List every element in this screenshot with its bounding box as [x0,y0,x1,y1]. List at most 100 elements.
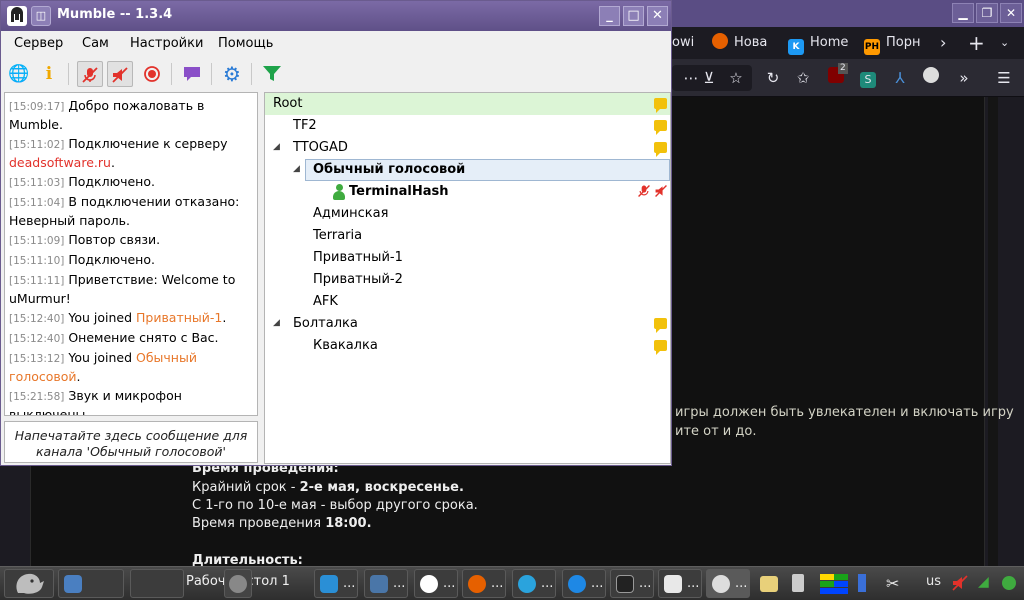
tabs-list-chevron-down-icon[interactable]: ⌄ [1000,31,1016,55]
channel-regular-voice[interactable]: ◢ Обычный голосовой [265,159,670,181]
task-button[interactable]: ... [658,569,702,598]
log-entry: [15:11:04] В подключении отказано: Невер… [9,194,240,228]
extension-translate-icon[interactable]: ⅄ [889,67,911,89]
channel-root[interactable]: Root [265,93,670,115]
channel-chatter[interactable]: ◢ Болталка [265,313,670,335]
bookmarks-star-icon[interactable]: ✩ [792,67,814,89]
task-placeholder-button[interactable] [130,569,184,598]
user-terminalhash[interactable]: TerminalHash [265,181,670,203]
channel-link[interactable]: Приватный-1 [136,310,222,325]
deafen-self-icon[interactable] [107,61,133,87]
battery-tray-icon[interactable] [1002,574,1020,594]
channel-tf2[interactable]: TF2 [265,115,670,137]
browser-tab[interactable]: owi [672,31,708,55]
channel-admin[interactable]: Админская [265,203,670,225]
mute-self-icon[interactable] [77,61,103,87]
server-link[interactable]: deadsoftware.ru [9,155,111,170]
expand-arrow-icon[interactable]: ◢ [273,142,280,152]
task-button[interactable]: ... [414,569,458,598]
extension-s-icon[interactable]: S [857,67,879,89]
page-text: Время проведения 18:00. [192,516,372,531]
page-text: С 1-го по 10-е мая - выбор другого срока… [192,498,478,513]
channel-private-2[interactable]: Приватный-2 [265,269,670,291]
ublock-icon[interactable]: 2 [825,63,848,89]
channel-terraria[interactable]: Terraria [265,225,670,247]
pocket-icon[interactable]: ⊻ [698,67,720,89]
browser-tab[interactable]: K Home [788,31,858,55]
comment-icon[interactable] [654,340,667,355]
menu-self[interactable]: Сам [82,36,109,51]
firefox-icon [468,575,486,593]
channel-afk[interactable]: AFK [265,291,670,313]
comment-icon[interactable] [654,98,667,113]
page-scrollbar[interactable] [988,97,998,566]
expand-arrow-icon[interactable]: ◢ [273,318,280,328]
minimize-button[interactable]: ▁ [952,3,974,23]
comment-icon[interactable] [654,318,667,333]
filter-icon[interactable] [259,61,285,87]
maximize-button[interactable]: □ [623,6,644,26]
task-button[interactable]: ... [314,569,358,598]
menu-server[interactable]: Сервер [14,36,63,51]
menu-help[interactable]: Помощь [218,36,273,51]
info-icon[interactable]: i [36,61,62,87]
task-button[interactable]: ... [562,569,606,598]
task-button[interactable]: ... [512,569,556,598]
minimize-button[interactable]: _ [599,6,620,26]
clipboard-tray-icon[interactable] [858,574,878,594]
tools-tray-icon[interactable]: ✂ [886,574,910,594]
mumble-window: ◫ Mumble -- 1.3.4 _ □ ✕ Сервер Сам Настр… [0,0,672,466]
close-button[interactable]: ✕ [1000,3,1022,23]
mumble-titlebar[interactable]: ◫ Mumble -- 1.3.4 _ □ ✕ [1,1,671,31]
file-manager-button[interactable] [58,569,124,598]
chat-input[interactable]: Напечатайте здесь сообщение для канала '… [4,421,258,463]
browser-tab[interactable]: PH Порн [864,31,934,55]
reload-icon[interactable]: ↻ [762,67,784,89]
close-button[interactable]: ✕ [647,6,668,26]
tabs-overflow-chevron-icon[interactable]: › [940,31,954,55]
task-button-active[interactable]: ... [706,569,750,598]
keyboard-layout-indicator[interactable]: us [926,574,941,594]
firefox-icon [712,33,728,49]
phone-tray-icon[interactable] [792,574,812,594]
start-menu-button[interactable] [4,569,54,598]
vk-icon [370,575,388,593]
toolbar-separator [251,63,252,85]
comment-icon[interactable] [654,142,667,157]
comment-icon[interactable] [179,61,205,87]
browser-tab[interactable]: Нова [712,31,782,55]
chat-log[interactable]: [15:09:17] Добро пожаловать в Mumble. [1… [4,92,258,416]
screenshot-tray-icon[interactable] [760,574,782,594]
bookmark-star-icon[interactable]: ☆ [725,67,747,89]
folder-icon [64,575,82,593]
system-monitor-tray-icon[interactable] [820,574,850,594]
settings-gear-icon[interactable]: ⚙ [219,61,245,87]
task-button[interactable]: ... [610,569,654,598]
window-menu-icon[interactable]: ◫ [31,6,51,26]
channel-tree[interactable]: Root TF2 ◢ TTOGAD ◢ Обычный голосовой Te… [264,92,671,464]
network-wifi-tray-icon[interactable]: ◢ [978,574,996,594]
log-entry: [15:13:12] You joined Обычный голосовой. [9,350,197,384]
new-tab-plus-icon[interactable]: + [968,31,986,55]
mumble-icon [229,575,247,593]
extension-avatar-icon[interactable] [920,67,942,89]
mumble-icon [712,575,730,593]
toolbar-separator [68,63,69,85]
task-button[interactable]: ... [462,569,506,598]
task-button[interactable]: ... [364,569,408,598]
volume-muted-tray-icon[interactable] [950,574,972,594]
channel-ttogad[interactable]: ◢ TTOGAD [265,137,670,159]
taskbar: Рабочий стол 1 ... ... ... ... ... ... .… [0,566,1024,600]
app-menu-hamburger-icon[interactable]: ☰ [993,67,1015,89]
comment-icon[interactable] [654,120,667,135]
toolbar-separator [171,63,172,85]
record-icon[interactable] [139,61,165,87]
channel-croak[interactable]: Квакалка [265,335,670,357]
expand-arrow-icon[interactable]: ◢ [293,164,300,174]
maximize-button[interactable]: ❐ [976,3,998,23]
channel-private-1[interactable]: Приватный-1 [265,247,670,269]
mumble-task-button[interactable] [224,569,252,598]
more-extensions-icon[interactable]: » [953,67,975,89]
menu-configure[interactable]: Настройки [130,36,203,51]
connect-globe-icon[interactable]: 🌐 [6,61,32,87]
